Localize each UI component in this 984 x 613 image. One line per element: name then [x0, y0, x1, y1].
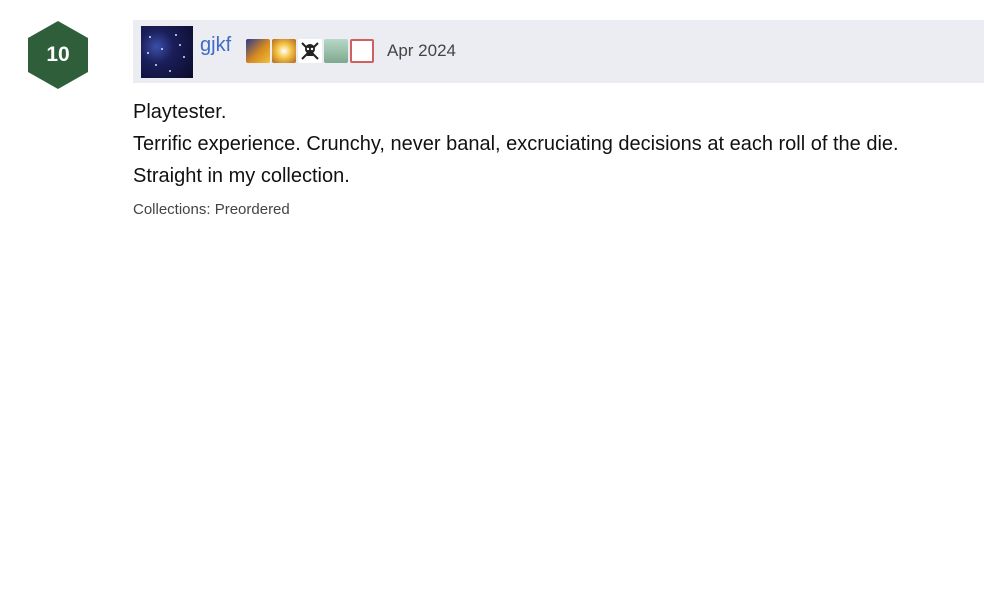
user-badges	[246, 39, 374, 63]
review-text: Playtester. Terrific experience. Crunchy…	[133, 96, 984, 192]
figure-badge-icon[interactable]	[324, 39, 348, 63]
review-line: Playtester.	[133, 101, 227, 123]
rating-value: 10	[46, 43, 70, 66]
rating-badge: 10	[27, 20, 89, 90]
review-header: gjkf Apr 2024	[133, 20, 984, 83]
username-link[interactable]: gjkf	[200, 34, 231, 57]
review-line: Terrific experience. Crunchy, never bana…	[133, 133, 899, 155]
dice-badge-icon[interactable]	[350, 39, 374, 63]
sun-badge-icon[interactable]	[272, 39, 296, 63]
avatar[interactable]	[141, 26, 193, 78]
post-date: Apr 2024	[387, 41, 456, 60]
award-badge-icon[interactable]	[246, 39, 270, 63]
skull-badge-icon[interactable]	[298, 39, 322, 63]
collections-label: Collections: Preordered	[133, 201, 290, 218]
review-line: Straight in my collection.	[133, 165, 350, 187]
review-card: 10 gjkf Apr 2024 Playtester. Terrific ex…	[0, 0, 984, 613]
